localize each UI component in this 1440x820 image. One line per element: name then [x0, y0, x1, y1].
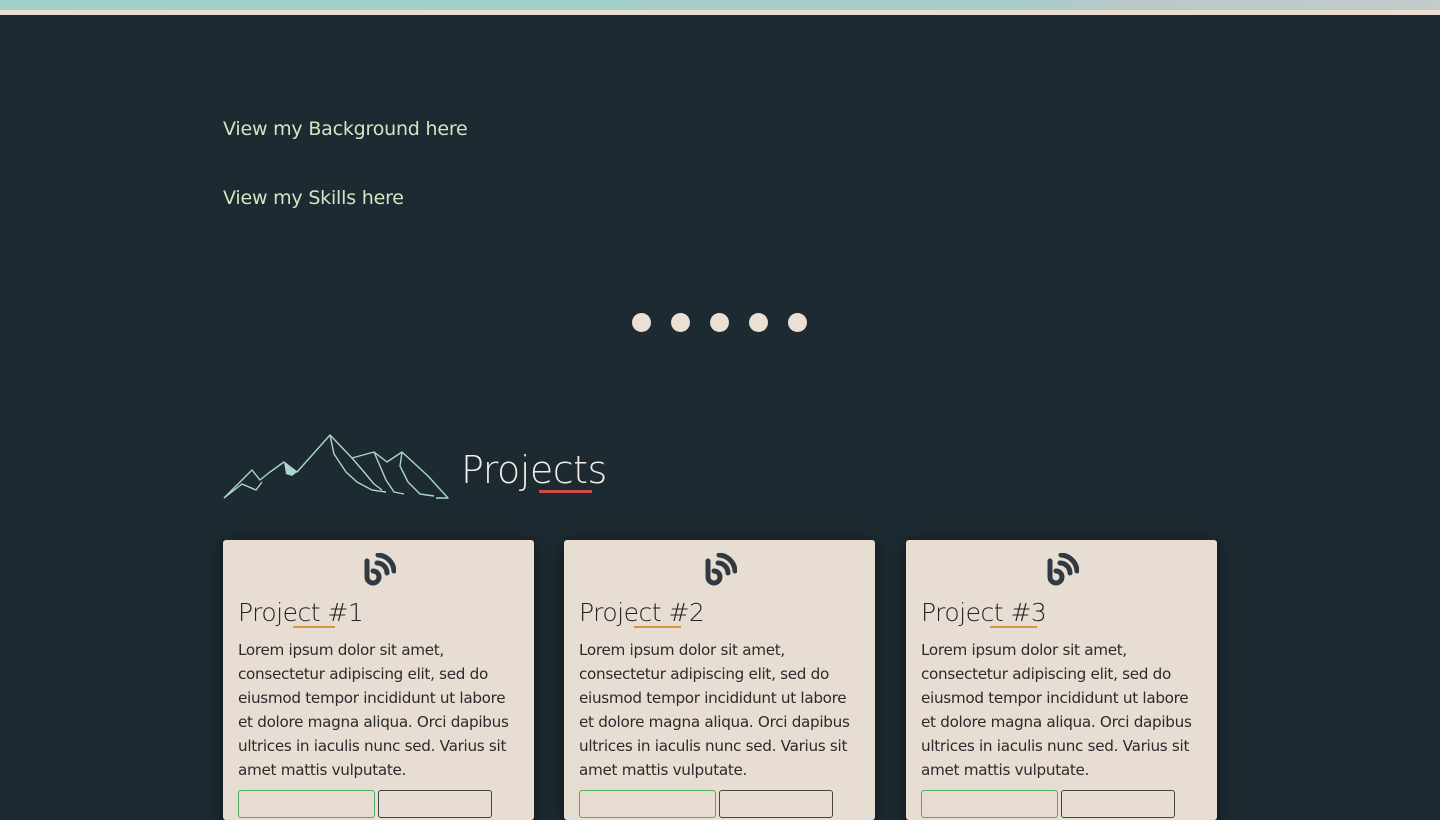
scroll-progress-fill	[0, 0, 1440, 10]
project-title: Project #2	[579, 598, 705, 627]
project-secondary-button[interactable]	[719, 790, 833, 818]
carousel-dot-1[interactable]	[632, 313, 651, 332]
project-secondary-button[interactable]	[1061, 790, 1175, 818]
projects-title-underline	[539, 490, 592, 493]
project-primary-button[interactable]	[238, 790, 375, 818]
project-secondary-button[interactable]	[378, 790, 492, 818]
project-description: Lorem ipsum dolor sit amet, consectetur …	[238, 641, 509, 779]
project-primary-button[interactable]	[921, 790, 1058, 818]
project-card-1[interactable]: Project #1 Lorem ipsum dolor sit amet, c…	[223, 540, 534, 820]
carousel-dot-5[interactable]	[788, 313, 807, 332]
project-title: Project #3	[921, 598, 1047, 627]
scroll-progress-bar	[0, 0, 1440, 15]
project-card-3[interactable]: Project #3 Lorem ipsum dolor sit amet, c…	[906, 540, 1217, 820]
project-primary-button[interactable]	[579, 790, 716, 818]
project-card-2[interactable]: Project #2 Lorem ipsum dolor sit amet, c…	[564, 540, 875, 820]
carousel-dots	[632, 313, 807, 332]
background-link[interactable]: View my Background here	[223, 118, 468, 140]
project-title: Project #1	[238, 598, 364, 627]
feed-icon	[364, 553, 396, 586]
project-title-underline	[293, 626, 335, 628]
feed-icon	[705, 553, 737, 586]
feed-icon	[1047, 553, 1079, 586]
project-title-underline	[634, 626, 681, 628]
skills-link[interactable]: View my Skills here	[223, 187, 404, 209]
project-description: Lorem ipsum dolor sit amet, consectetur …	[579, 641, 850, 779]
project-title-underline	[990, 626, 1037, 628]
projects-title: Projects	[461, 448, 607, 492]
carousel-dot-4[interactable]	[749, 313, 768, 332]
mountains-icon	[223, 434, 449, 499]
carousel-dot-3[interactable]	[710, 313, 729, 332]
project-description: Lorem ipsum dolor sit amet, consectetur …	[921, 641, 1192, 779]
carousel-dot-2[interactable]	[671, 313, 690, 332]
